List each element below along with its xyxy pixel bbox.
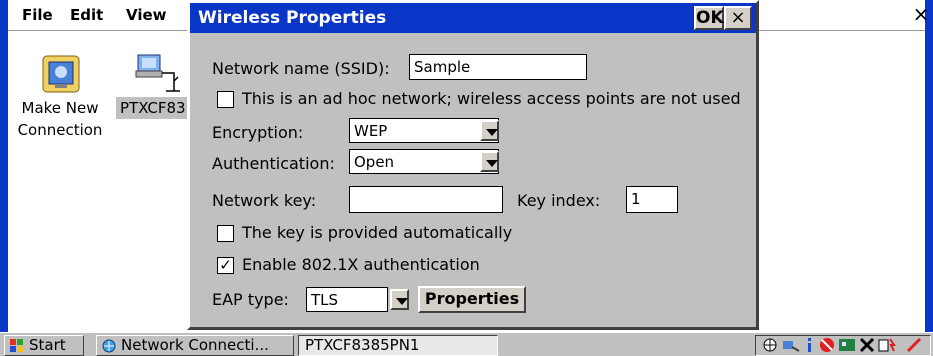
start-label: Start (29, 336, 66, 354)
window-close-button[interactable]: × (910, 3, 932, 25)
keyboard-icon[interactable] (838, 337, 856, 353)
enable-8021x-checkbox[interactable]: ✓ (217, 257, 234, 274)
adhoc-checkbox[interactable] (217, 91, 234, 108)
taskbar-network-connections[interactable]: Network Connecti... (96, 335, 294, 356)
chevron-down-icon (486, 129, 498, 136)
authentication-label: Authentication: (212, 154, 335, 173)
network-status-icon[interactable] (762, 337, 780, 353)
ssid-field[interactable]: Sample (409, 54, 587, 80)
authentication-select[interactable]: Open (349, 149, 499, 174)
encryption-label: Encryption: (212, 123, 304, 142)
ok-button[interactable]: OK (694, 6, 724, 30)
taskbar: Start Network Connecti... PTXCF8385PN1 (0, 332, 933, 356)
auto-key-label: The key is provided automatically (242, 223, 513, 242)
windows-logo-icon (10, 339, 23, 352)
key-index-field[interactable]: 1 (626, 186, 678, 213)
authentication-dropdown-button[interactable] (480, 151, 499, 172)
radio-status-icon[interactable] (818, 337, 836, 353)
make-new-connection-icon (42, 55, 80, 93)
menu-view[interactable]: View (126, 6, 167, 24)
make-new-connection-label: Make New Connection (17, 99, 103, 139)
dialog-title-bar: Wireless Properties OK × (190, 3, 756, 33)
window-border-right (925, 0, 933, 332)
network-folder-icon (102, 339, 116, 353)
network-key-field[interactable] (349, 186, 503, 213)
make-new-connection-item[interactable] (41, 54, 81, 98)
taskbar-network-connections-label: Network Connecti... (121, 336, 269, 354)
ptxcf83-connection-label: PTXCF83 (116, 97, 196, 119)
checkmark-icon: ✓ (219, 256, 232, 274)
menu-file[interactable]: File (22, 6, 53, 24)
taskbar-ptxcf8385pn1[interactable]: PTXCF8385PN1 (298, 335, 498, 356)
auto-key-checkbox[interactable] (217, 225, 234, 242)
info-icon[interactable] (804, 337, 814, 353)
start-button[interactable]: Start (4, 335, 84, 356)
system-tray (755, 335, 931, 356)
pen-icon[interactable] (906, 337, 924, 353)
ssid-label: Network name (SSID): (212, 59, 390, 78)
enable-8021x-label: Enable 802.1X authentication (242, 255, 480, 274)
network-connection-icon (135, 54, 180, 92)
connection-icon[interactable] (782, 337, 800, 353)
encryption-select[interactable]: WEP (349, 118, 499, 143)
eap-type-select[interactable]: TLS (306, 287, 388, 312)
adhoc-label: This is an ad hoc network; wireless acce… (242, 89, 741, 108)
wireless-properties-dialog: Wireless Properties OK × Network name (S… (187, 0, 759, 330)
disconnect-icon[interactable] (858, 337, 876, 353)
dialog-close-button[interactable]: × (724, 6, 752, 30)
ptxcf83-connection-item[interactable] (134, 53, 180, 101)
taskbar-ptxcf8385pn1-label: PTXCF8385PN1 (305, 336, 420, 354)
properties-button[interactable]: Properties (418, 286, 526, 313)
chevron-down-icon (396, 298, 408, 305)
key-index-label: Key index: (517, 191, 601, 210)
battery-icon[interactable] (878, 337, 896, 353)
network-key-label: Network key: (212, 191, 317, 210)
chevron-down-icon (486, 160, 498, 167)
menu-edit[interactable]: Edit (70, 6, 103, 24)
encryption-dropdown-button[interactable] (480, 120, 499, 141)
dialog-title: Wireless Properties (198, 8, 387, 28)
eap-type-label: EAP type: (212, 290, 289, 309)
window-border-left (0, 0, 8, 332)
eap-type-dropdown-button[interactable] (390, 289, 409, 310)
